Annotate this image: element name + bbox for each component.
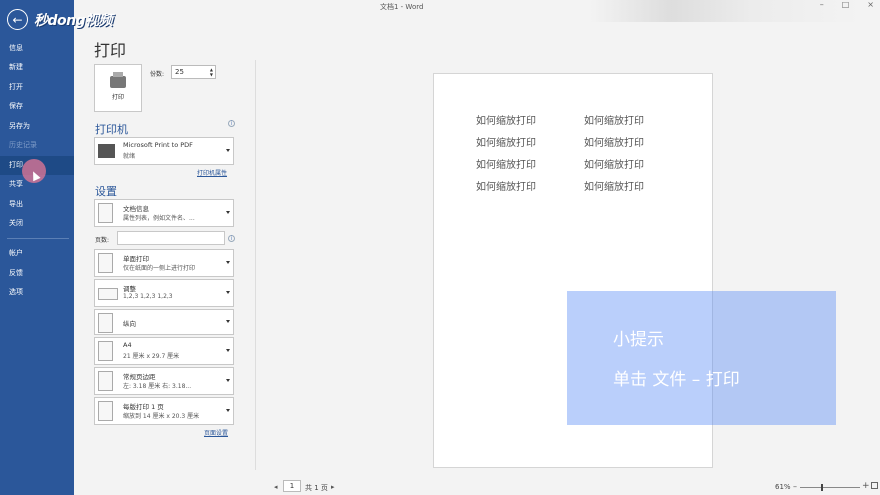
nav-item-account[interactable]: 帐户	[0, 244, 74, 263]
nav-item-open[interactable]: 打开	[0, 78, 74, 97]
setting-sides[interactable]: 单面打印 仅在纸面的一侧上进行打印	[94, 249, 234, 277]
margins-icon	[98, 371, 113, 391]
setting-line2: 缩放到 14 厘米 x 20.3 厘米	[123, 413, 200, 420]
chevron-down-icon	[226, 261, 230, 264]
page-total: 共 1 页	[305, 484, 328, 492]
zoom-to-page-icon[interactable]	[871, 482, 878, 489]
preview-text: 如何缩放打印	[584, 160, 644, 171]
chevron-down-icon	[226, 149, 230, 152]
chevron-down-icon	[226, 349, 230, 352]
collate-icon	[98, 288, 118, 300]
setting-paper-size[interactable]: A4 21 厘米 x 29.7 厘米	[94, 337, 234, 365]
setting-line1: 常规页边距	[123, 373, 156, 381]
pages-per-sheet-icon	[98, 401, 113, 421]
setting-line1: A4	[123, 341, 132, 349]
maximize-icon[interactable]: □	[842, 0, 850, 9]
info-icon[interactable]: i	[228, 120, 235, 127]
panel-divider	[255, 60, 256, 470]
chevron-down-icon	[226, 409, 230, 412]
printer-name: Microsoft Print to PDF	[123, 141, 193, 149]
pages-input[interactable]	[117, 231, 225, 245]
info-icon[interactable]: i	[228, 235, 235, 242]
setting-line1: 文档信息	[123, 205, 149, 213]
setting-line1: 每版打印 1 页	[123, 403, 164, 411]
setting-line2: 左: 3.18 厘米 右: 3.18...	[123, 383, 192, 390]
zoom-slider-thumb[interactable]	[821, 484, 823, 491]
preview-text: 如何缩放打印	[476, 182, 536, 193]
preview-text: 如何缩放打印	[476, 160, 536, 171]
printer-dropdown[interactable]: Microsoft Print to PDF 就绪	[94, 137, 234, 165]
paper-size-icon	[98, 341, 113, 361]
minimize-icon[interactable]: –	[820, 0, 824, 9]
back-button[interactable]: ←	[7, 9, 28, 30]
print-button[interactable]: 打印	[94, 64, 142, 112]
print-button-label: 打印	[111, 93, 124, 101]
tip-title: 小提示	[613, 330, 664, 350]
settings-section-title: 设置	[95, 185, 117, 198]
setting-collate[interactable]: 调整 1,2,3 1,2,3 1,2,3	[94, 279, 234, 307]
printer-icon	[110, 71, 126, 88]
chevron-down-icon	[226, 211, 230, 214]
window-controls: – □ ×	[820, 0, 874, 9]
copies-value: 25	[175, 68, 184, 76]
close-icon[interactable]: ×	[867, 0, 874, 9]
preview-text: 如何缩放打印	[476, 116, 536, 127]
nav-item-options[interactable]: 选项	[0, 283, 74, 302]
watermark-logo: 秒dong视频	[34, 13, 113, 29]
back-arrow-icon: ←	[12, 12, 23, 27]
single-side-icon	[98, 253, 113, 273]
printer-status-icon	[98, 144, 115, 158]
nav-item-save[interactable]: 保存	[0, 97, 74, 116]
document-icon	[98, 203, 113, 223]
nav-item-export[interactable]: 导出	[0, 195, 74, 214]
setting-line1: 调整	[123, 285, 136, 293]
setting-line2: 属性列表，例如文件名、...	[123, 215, 195, 222]
backstage-nav: ← 秒dong视频 信息 新建 打开 保存 另存为 历史记录 打印 共享 导出 …	[0, 0, 113, 495]
setting-line2: 1,2,3 1,2,3 1,2,3	[123, 293, 173, 300]
spinner-icon[interactable]: ▲ ▼	[210, 67, 213, 77]
zoom-slider[interactable]	[800, 487, 860, 488]
pages-label: 页数:	[95, 237, 110, 244]
nav-item-save-as[interactable]: 另存为	[0, 117, 74, 136]
nav-divider	[7, 238, 69, 239]
printer-properties-link[interactable]: 打印机属性	[197, 168, 227, 177]
zoom-level[interactable]: 61%	[775, 483, 791, 491]
printer-section-title: 打印机	[95, 123, 128, 136]
nav-item-info[interactable]: 信息	[0, 39, 74, 58]
nav-item-new[interactable]: 新建	[0, 58, 74, 77]
setting-pages-per-sheet[interactable]: 每版打印 1 页 缩放到 14 厘米 x 20.3 厘米	[94, 397, 234, 425]
next-page-icon[interactable]: ▸	[331, 483, 335, 491]
chevron-down-icon	[226, 320, 230, 323]
zoom-in-icon[interactable]: +	[862, 481, 870, 491]
tip-overlay: 小提示 单击 文件 – 打印	[567, 291, 836, 425]
nav-item-close[interactable]: 关闭	[0, 214, 74, 233]
setting-margins[interactable]: 常规页边距 左: 3.18 厘米 右: 3.18...	[94, 367, 234, 395]
setting-document-info[interactable]: 文档信息 属性列表，例如文件名、...	[94, 199, 234, 227]
setting-orientation[interactable]: 纵向	[94, 309, 234, 335]
zoom-out-icon[interactable]: –	[793, 482, 797, 491]
page-title: 打印	[94, 41, 127, 60]
nav-item-feedback[interactable]: 反馈	[0, 264, 74, 283]
chevron-down-icon	[226, 291, 230, 294]
chevron-down-icon	[226, 379, 230, 382]
preview-text: 如何缩放打印	[584, 138, 644, 149]
tip-text: 单击 文件 – 打印	[613, 370, 740, 390]
setting-line2: 21 厘米 x 29.7 厘米	[123, 353, 180, 360]
preview-text: 如何缩放打印	[476, 138, 536, 149]
copies-input[interactable]: 25 ▲ ▼	[171, 65, 216, 79]
portrait-icon	[98, 313, 113, 333]
printer-status: 就绪	[123, 153, 136, 160]
current-page-input[interactable]: 1	[283, 480, 301, 492]
nav-item-history: 历史记录	[9, 141, 37, 149]
page-setup-link[interactable]: 页面设置	[204, 428, 228, 437]
preview-text: 如何缩放打印	[584, 116, 644, 127]
setting-line1: 单面打印	[123, 255, 149, 263]
copies-label: 份数:	[150, 71, 165, 78]
window-title: 文档1 - Word	[380, 3, 424, 11]
setting-line2: 仅在纸面的一侧上进行打印	[123, 265, 196, 272]
preview-text: 如何缩放打印	[584, 182, 644, 193]
setting-line1: 纵向	[123, 320, 136, 328]
prev-page-icon[interactable]: ◂	[274, 483, 278, 491]
